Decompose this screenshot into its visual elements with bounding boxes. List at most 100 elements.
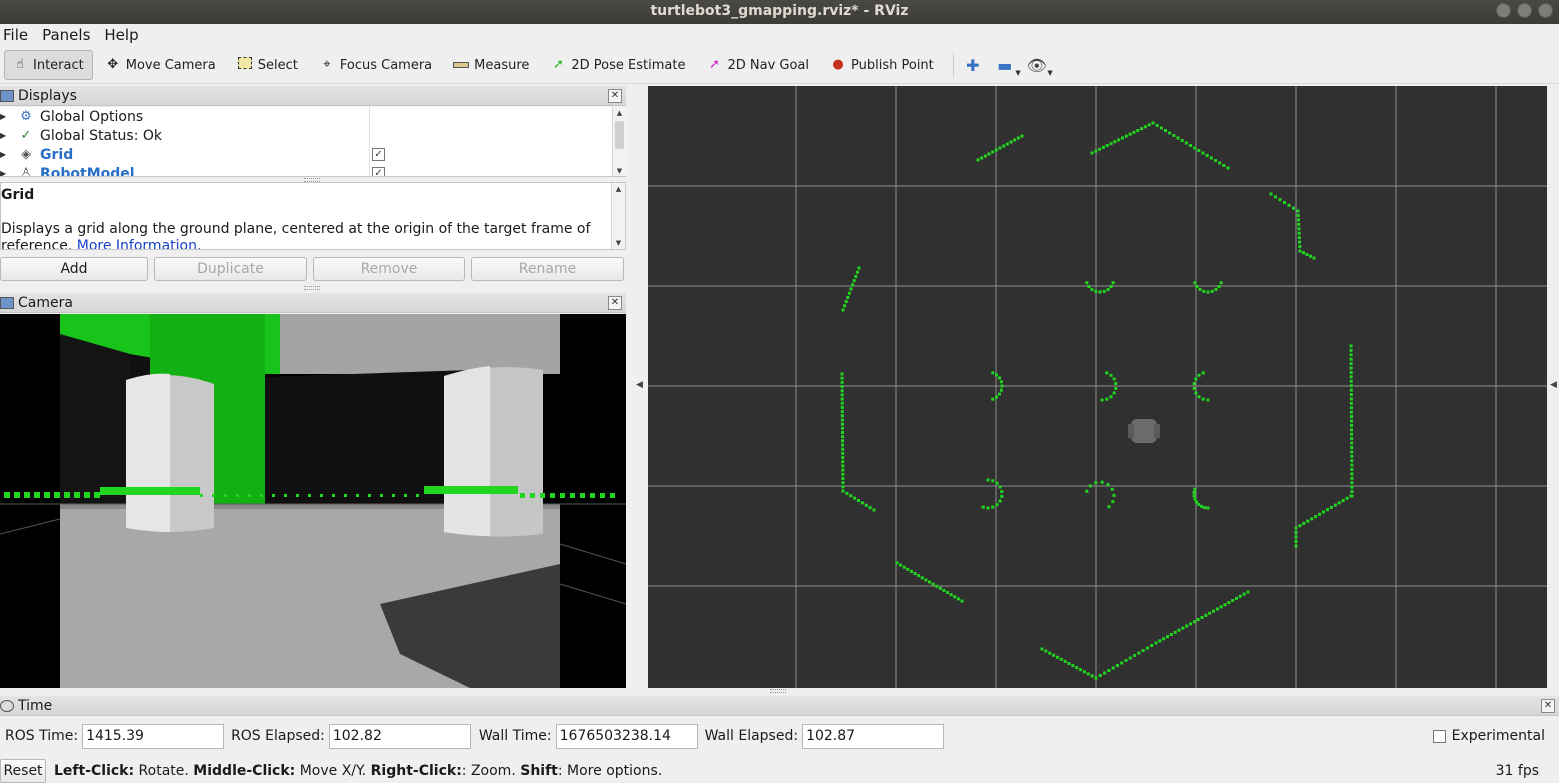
laser-point — [1294, 535, 1298, 539]
laser-point — [913, 572, 917, 576]
expand-arrow-icon[interactable]: ▶ — [0, 112, 10, 121]
more-information-link[interactable]: More Information. — [77, 238, 202, 249]
laser-point — [1350, 472, 1354, 476]
laser-point — [1140, 127, 1144, 131]
tool-label: Focus Camera — [339, 57, 433, 73]
laser-point — [1350, 428, 1354, 432]
tool-select[interactable]: Select — [229, 50, 307, 80]
splitter-handle[interactable] — [770, 689, 786, 693]
laser-point — [840, 393, 844, 397]
tool-label: Measure — [474, 57, 530, 73]
description-scrollbar[interactable]: ▲ ▼ — [611, 183, 625, 249]
menu-help[interactable]: Help — [104, 26, 138, 44]
camera-laser-point — [600, 493, 605, 498]
menu-panels[interactable]: Panels — [42, 26, 90, 44]
camera-laser-point — [200, 494, 203, 497]
ros-time-field[interactable]: 1415.39 — [82, 723, 225, 749]
laser-point — [841, 456, 845, 460]
tree-item-global-options[interactable]: ▶ ⚙ Global Options — [0, 107, 626, 126]
robot-model-marker — [1128, 419, 1160, 443]
experimental-label: Experimental — [1451, 728, 1545, 744]
laser-point — [1218, 161, 1222, 165]
duplicate-display-button[interactable]: Duplicate — [154, 257, 307, 281]
close-time-panel-icon[interactable]: ✕ — [1541, 699, 1555, 713]
scroll-up-arrow-icon[interactable]: ▲ — [613, 107, 626, 119]
tool-focus-camera[interactable]: ⌖ Focus Camera — [311, 50, 441, 80]
tool-2d-pose-estimate[interactable]: ➚ 2D Pose Estimate — [542, 50, 694, 80]
expand-arrow-icon[interactable]: ▶ — [0, 131, 10, 140]
tree-item-global-status[interactable]: ▶ ✓ Global Status: Ok — [0, 126, 626, 145]
scroll-thumb[interactable] — [615, 121, 624, 149]
displays-scrollbar[interactable]: ▲ ▼ — [612, 107, 626, 176]
tool-publish-point[interactable]: ● Publish Point — [822, 50, 943, 80]
laser-point — [1114, 386, 1118, 390]
camera-laser-point — [260, 494, 263, 497]
collapse-right-arrow-icon[interactable]: ◀ — [1550, 380, 1557, 390]
camera-laser-point — [530, 493, 535, 498]
laser-point — [855, 270, 859, 274]
close-window-button[interactable] — [1538, 3, 1553, 18]
laser-point — [1094, 289, 1098, 293]
tool-move-camera[interactable]: ✥ Move Camera — [97, 50, 225, 80]
expand-arrow-icon[interactable]: ▶ — [0, 150, 10, 159]
scroll-down-arrow-icon[interactable]: ▼ — [613, 165, 626, 176]
reset-button[interactable]: Reset — [0, 758, 46, 783]
laser-point — [1318, 512, 1322, 516]
laser-point — [1111, 666, 1115, 670]
camera-panel-title: Camera — [18, 294, 73, 311]
laser-point — [1212, 609, 1215, 613]
camera-laser-point — [34, 492, 40, 498]
laser-point — [1294, 526, 1298, 530]
menu-file[interactable]: File — [3, 26, 28, 44]
laser-point — [1193, 146, 1197, 150]
remove-display-button[interactable]: Remove — [313, 257, 465, 281]
tool-measure[interactable]: Measure — [445, 50, 538, 80]
laser-point — [1094, 676, 1098, 680]
robotmodel-enabled-checkbox[interactable]: ✓ — [372, 167, 385, 176]
laser-point — [998, 485, 1002, 489]
remove-tool-icon[interactable]: ▬ ▼ — [992, 52, 1021, 78]
splitter-handle[interactable] — [304, 286, 320, 290]
laser-point — [995, 373, 999, 377]
laser-point — [841, 435, 845, 439]
fps-indicator: 31 fps — [1495, 762, 1539, 779]
wall-elapsed-field[interactable]: 102.87 — [802, 723, 945, 749]
minimize-button[interactable] — [1496, 3, 1511, 18]
laser-point — [1111, 500, 1115, 504]
experimental-checkbox[interactable] — [1432, 729, 1446, 743]
laser-point — [1128, 656, 1132, 660]
tree-item-grid[interactable]: ▶ ◈ Grid ✓ — [0, 145, 626, 164]
maximize-button[interactable] — [1517, 3, 1532, 18]
collapse-left-arrow-icon[interactable]: ◀ — [636, 380, 643, 390]
close-displays-panel-icon[interactable]: ✕ — [608, 89, 622, 103]
tree-item-robotmodel[interactable]: ▶ ♙ RobotModel ✓ — [0, 164, 626, 176]
laser-point — [840, 376, 844, 380]
scroll-down-arrow-icon[interactable]: ▼ — [612, 237, 625, 249]
close-camera-panel-icon[interactable]: ✕ — [608, 296, 622, 310]
ros-elapsed-field[interactable]: 102.82 — [328, 723, 471, 749]
laser-point — [1107, 669, 1111, 672]
map-render — [648, 86, 1547, 688]
laser-point — [1109, 285, 1113, 289]
tool-interact[interactable]: ☝ Interact — [4, 50, 93, 80]
grid-enabled-checkbox[interactable]: ✓ — [372, 148, 385, 161]
laser-point — [1306, 519, 1310, 523]
rename-display-button[interactable]: Rename — [471, 257, 624, 281]
wall-time-field[interactable]: 1676503238.14 — [555, 723, 698, 749]
laser-point — [840, 397, 844, 401]
tool-2d-nav-goal[interactable]: ➚ 2D Nav Goal — [698, 50, 818, 80]
eye-icon[interactable]: 👁 ▼ — [1024, 52, 1053, 78]
laser-point — [1101, 145, 1105, 149]
3d-render-view[interactable] — [648, 86, 1547, 688]
laser-point — [1102, 289, 1106, 293]
laser-point — [1325, 508, 1329, 512]
scroll-up-arrow-icon[interactable]: ▲ — [612, 183, 625, 195]
camera-image-view[interactable] — [0, 314, 626, 688]
laser-point — [1206, 290, 1210, 294]
add-tool-icon[interactable]: ✚ — [960, 52, 986, 78]
laser-point — [1002, 144, 1006, 148]
expand-arrow-icon[interactable]: ▶ — [0, 169, 10, 176]
laser-point — [928, 580, 931, 584]
add-display-button[interactable]: Add — [0, 257, 148, 281]
laser-point — [1292, 206, 1295, 210]
